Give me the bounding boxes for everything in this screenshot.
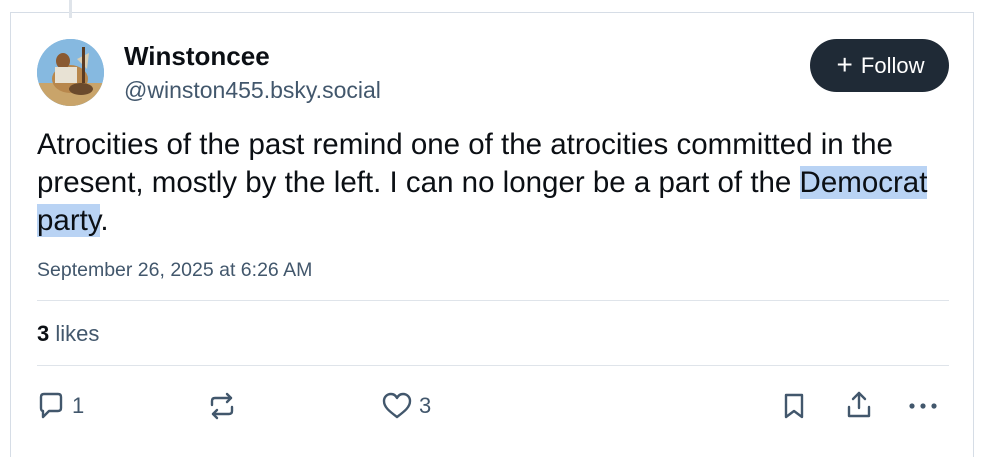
divider — [37, 300, 949, 301]
follow-button[interactable]: + Follow — [810, 39, 949, 92]
post-text: Atrocities of the past remind one of the… — [37, 126, 942, 240]
repost-icon — [210, 392, 234, 420]
post-text-body: Atrocities of the past remind one of the… — [37, 128, 893, 199]
reply-button[interactable]: 1 — [36, 391, 84, 421]
follow-button-label: Follow — [860, 52, 925, 78]
more-icon — [909, 403, 937, 409]
author-handle[interactable]: @winston455.bsky.social — [124, 77, 381, 104]
divider — [37, 365, 949, 366]
heart-icon — [382, 392, 412, 419]
plus-icon: + — [836, 48, 853, 80]
reply-count: 1 — [72, 393, 85, 418]
thread-line — [69, 0, 72, 18]
avatar[interactable] — [37, 39, 104, 106]
repost-button[interactable] — [207, 391, 237, 421]
likes-count[interactable]: 3 likes — [37, 321, 99, 347]
author-display-name[interactable]: Winstoncee — [124, 41, 270, 72]
post-timestamp[interactable]: September 26, 2025 at 6:26 AM — [37, 259, 312, 282]
more-button[interactable] — [906, 391, 940, 421]
avatar-image — [37, 39, 104, 106]
share-button[interactable] — [844, 390, 874, 420]
share-icon — [847, 391, 871, 418]
like-button[interactable]: 3 — [381, 391, 431, 421]
post-text-end: . — [100, 204, 109, 237]
reply-icon — [39, 392, 63, 419]
like-count: 3 — [419, 393, 432, 418]
likes-number: 3 — [37, 321, 50, 346]
bookmark-button[interactable] — [780, 391, 808, 421]
bookmark-icon — [784, 393, 804, 419]
likes-label: likes — [55, 321, 100, 346]
